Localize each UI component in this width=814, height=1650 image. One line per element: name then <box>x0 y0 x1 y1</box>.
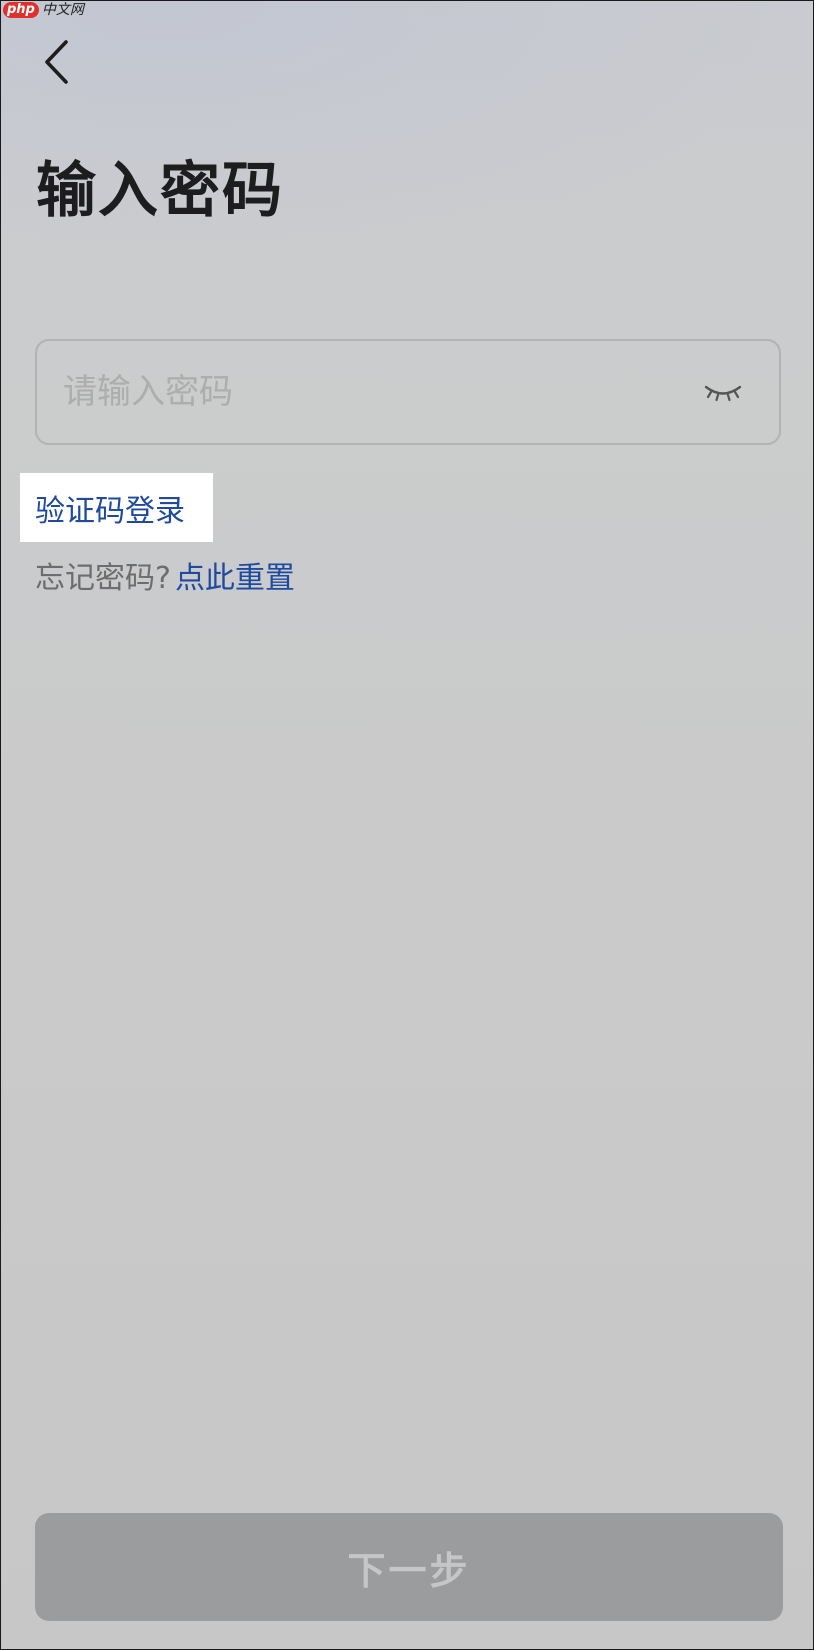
forgot-password-row: 忘记密码? 点此重置 <box>35 557 295 601</box>
eye-closed-icon <box>704 385 742 402</box>
watermark-logo: php <box>3 2 39 18</box>
password-input[interactable] <box>37 340 693 444</box>
password-visibility-toggle[interactable] <box>693 362 753 422</box>
watermark: php 中文网 <box>3 2 84 18</box>
chevron-left-icon <box>45 40 68 84</box>
next-button[interactable]: 下一步 <box>35 1513 783 1621</box>
forgot-password-text: 忘记密码? <box>35 561 171 596</box>
password-field <box>35 339 781 445</box>
back-button[interactable] <box>35 37 79 87</box>
page-title: 输入密码 <box>36 156 284 226</box>
watermark-text: 中文网 <box>41 2 84 18</box>
login-password-screen: php 中文网 输入密码 验证码登录 忘记密码? 点此重置 下一步 <box>0 0 814 1650</box>
sms-login-button[interactable]: 验证码登录 <box>20 473 213 542</box>
reset-password-link[interactable]: 点此重置 <box>175 557 295 601</box>
sms-login-label: 验证码登录 <box>35 493 185 529</box>
